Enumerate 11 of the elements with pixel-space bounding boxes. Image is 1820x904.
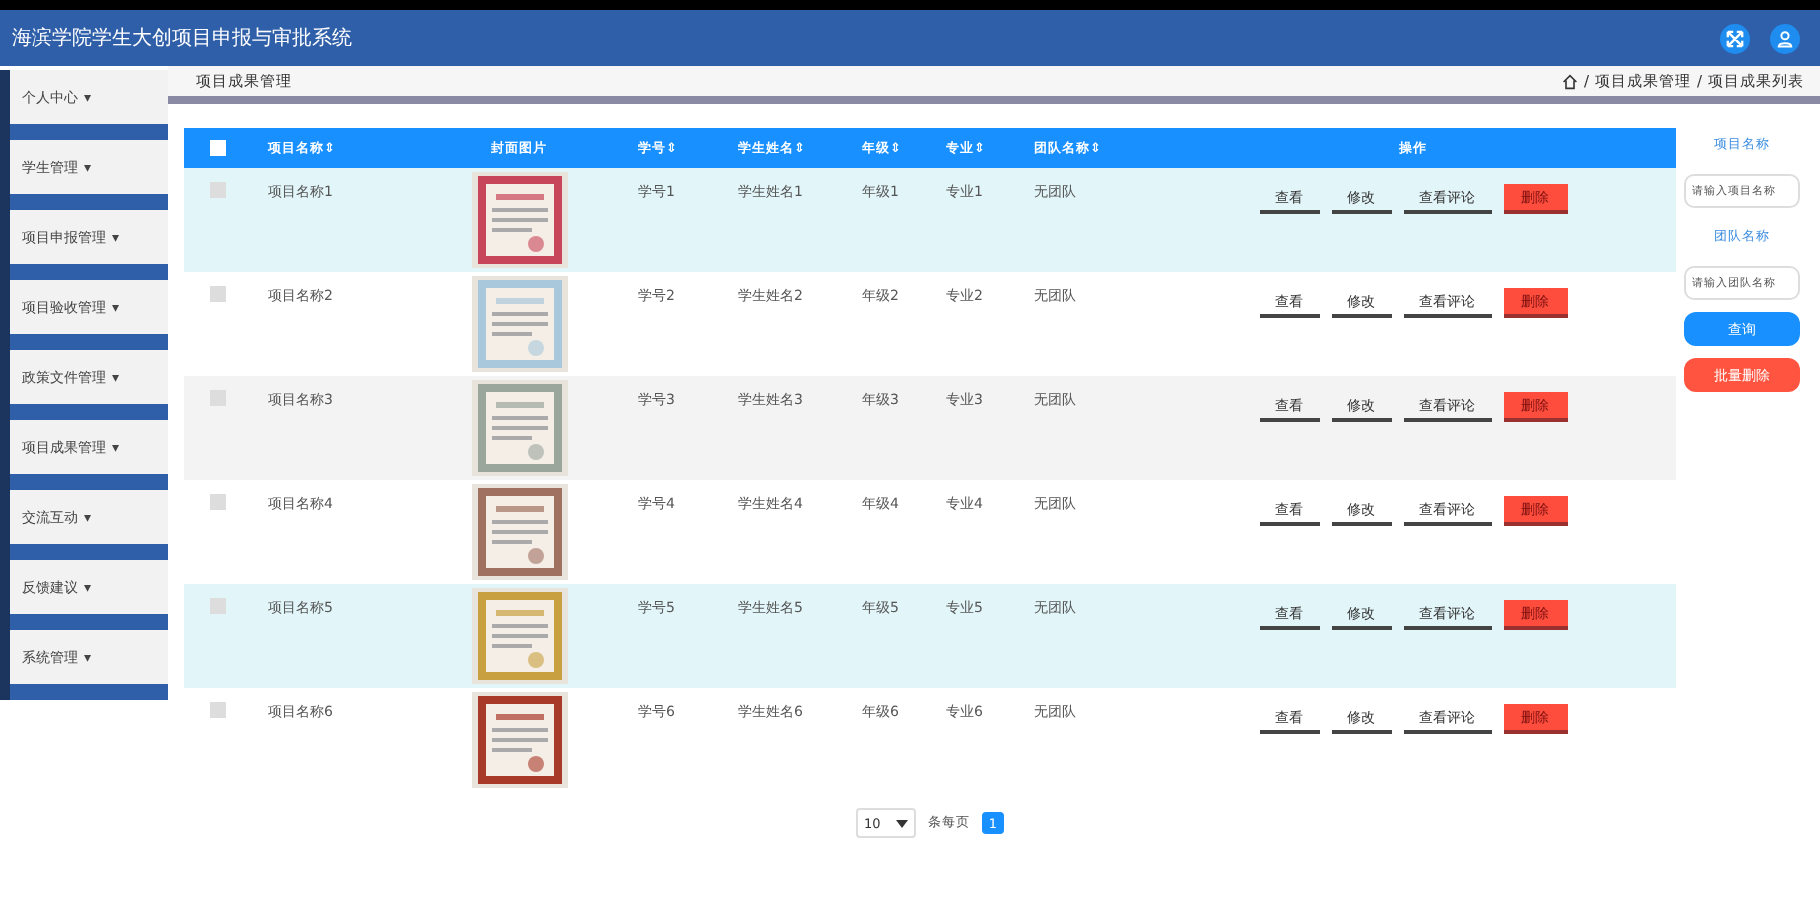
row-checkbox[interactable] bbox=[210, 494, 226, 510]
row-checkbox[interactable] bbox=[210, 182, 226, 198]
fullscreen-icon[interactable] bbox=[1720, 23, 1750, 53]
user-icon[interactable] bbox=[1770, 23, 1800, 53]
row-checkbox[interactable] bbox=[210, 702, 226, 718]
caret-icon bbox=[896, 819, 908, 827]
select-all-checkbox[interactable] bbox=[210, 140, 226, 156]
app-title: 海滨学院学生大创项目申报与审批系统 bbox=[12, 25, 354, 52]
row-checkbox[interactable] bbox=[210, 286, 226, 302]
home-icon[interactable] bbox=[1561, 73, 1578, 89]
row-checkbox[interactable] bbox=[210, 598, 226, 614]
